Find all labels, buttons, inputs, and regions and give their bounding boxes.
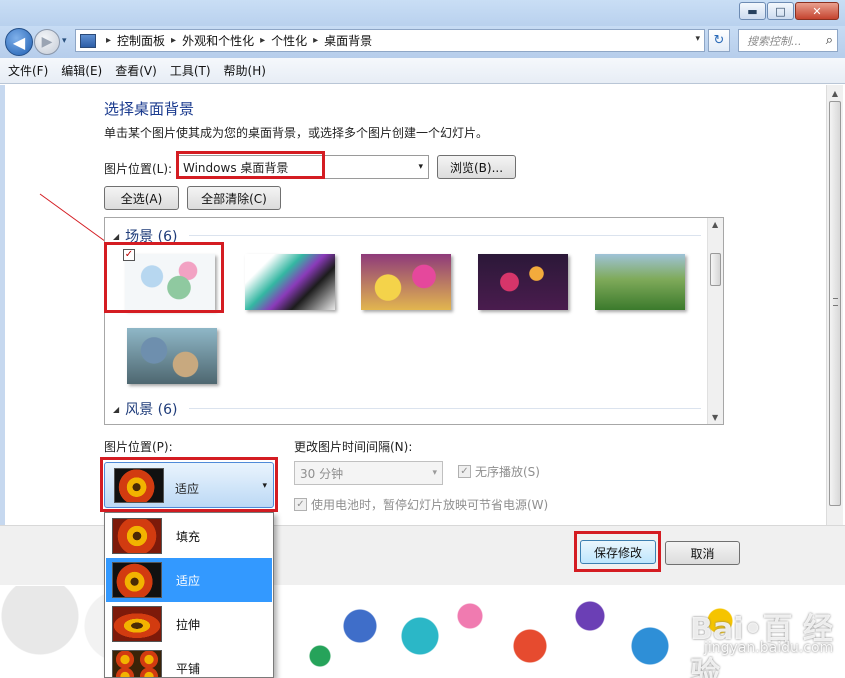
- address-row: ◀ ▶ ▾ ▸ 控制面板 ▸ 外观和个性化 ▸ 个性化 ▸ 桌面背景 ▾ ↻ 搜…: [0, 26, 845, 58]
- option-label: 适应: [176, 574, 201, 588]
- control-panel-icon: [80, 33, 96, 48]
- maximize-icon[interactable]: □: [767, 2, 794, 20]
- group-divider: [189, 235, 701, 236]
- menu-bar: 文件(F) 编辑(E) 查看(V) 工具(T) 帮助(H): [0, 58, 845, 84]
- tile-preview-icon: [112, 650, 162, 677]
- breadcrumb-control-panel[interactable]: 控制面板: [117, 32, 165, 49]
- stretch-preview-icon: [112, 606, 162, 642]
- picture-position-select[interactable]: 适应 ▾: [104, 462, 274, 508]
- scroll-down-icon[interactable]: ▼: [712, 413, 718, 422]
- picture-location-label: 图片位置(L):: [104, 162, 173, 176]
- picture-position-value: 适应: [175, 482, 200, 496]
- clear-all-button[interactable]: 全部清除(C): [187, 186, 281, 210]
- forward-button[interactable]: ▶: [34, 29, 60, 55]
- group-divider: [189, 408, 701, 409]
- breadcrumb-separator-icon[interactable]: ▸: [171, 35, 176, 46]
- wallpaper-thumbnail[interactable]: [478, 254, 568, 310]
- fill-preview-icon: [112, 518, 162, 554]
- interval-label: 更改图片时间间隔(N):: [294, 440, 413, 454]
- option-label: 拉伸: [176, 618, 201, 632]
- fit-preview-icon: [112, 562, 162, 598]
- menu-view[interactable]: 查看(V): [115, 62, 157, 79]
- address-dropdown-icon[interactable]: ▾: [695, 34, 700, 44]
- page-scrollbar[interactable]: ▲: [826, 85, 843, 525]
- search-icon[interactable]: ⌕: [826, 33, 833, 48]
- position-option-fill[interactable]: 填充: [106, 514, 272, 558]
- group-header-landscapes[interactable]: ◢ 风景 (6): [113, 399, 177, 419]
- chevron-down-icon: ▾: [418, 162, 423, 172]
- scroll-up-icon[interactable]: ▲: [827, 85, 843, 101]
- interval-value: 30 分钟: [300, 466, 344, 481]
- menu-file[interactable]: 文件(F): [8, 62, 48, 79]
- group-header-scenes[interactable]: ◢ 场景 (6): [113, 226, 177, 246]
- collapse-icon[interactable]: ◢: [113, 232, 119, 241]
- gallery-scrollbar[interactable]: ▲ ▼: [707, 218, 723, 424]
- collapse-icon[interactable]: ◢: [113, 405, 119, 414]
- option-label: 平铺: [176, 662, 201, 676]
- shuffle-label: 无序播放(S): [475, 465, 540, 479]
- wallpaper-thumbnail[interactable]: [595, 254, 685, 310]
- wallpaper-thumbnail[interactable]: [245, 254, 335, 310]
- refresh-icon[interactable]: ↻: [708, 29, 730, 52]
- search-placeholder: 搜索控制...: [747, 34, 802, 48]
- wallpaper-thumbnail[interactable]: [125, 254, 215, 310]
- window-controls: ▬ □ ✕: [738, 2, 839, 20]
- fit-preview-icon: [114, 468, 164, 503]
- breadcrumb[interactable]: ▸ 控制面板 ▸ 外观和个性化 ▸ 个性化 ▸ 桌面背景 ▾: [75, 29, 705, 52]
- battery-label: 使用电池时，暂停幻灯片放映可节省电源(W): [311, 498, 549, 512]
- scroll-thumb[interactable]: [829, 101, 841, 506]
- recent-pages-icon[interactable]: ▾: [62, 36, 67, 46]
- gallery-scroll-thumb[interactable]: [710, 253, 721, 286]
- breadcrumb-personalization[interactable]: 个性化: [271, 32, 307, 49]
- breadcrumb-desktop-background[interactable]: 桌面背景: [324, 32, 372, 49]
- minimize-icon[interactable]: ▬: [739, 2, 766, 20]
- picture-location-value: Windows 桌面背景: [183, 160, 289, 175]
- position-option-stretch[interactable]: 拉伸: [106, 602, 272, 646]
- group-title: 场景 (6): [125, 229, 178, 245]
- save-changes-button[interactable]: 保存修改: [580, 540, 656, 564]
- picture-position-dropdown[interactable]: 填充 适应 拉伸 平铺: [104, 512, 274, 678]
- watermark-url: jingyan.baidu.com: [704, 640, 834, 656]
- page-title: 选择桌面背景: [104, 100, 195, 118]
- picture-position-label: 图片位置(P):: [104, 440, 173, 454]
- battery-checkbox[interactable]: ✓ 使用电池时，暂停幻灯片放映可节省电源(W): [294, 496, 548, 513]
- checkbox-icon[interactable]: ✓: [294, 498, 307, 511]
- close-icon[interactable]: ✕: [795, 2, 839, 20]
- search-input[interactable]: 搜索控制... ⌕: [738, 29, 838, 52]
- page-description: 单击某个图片使其成为您的桌面背景，或选择多个图片创建一个幻灯片。: [104, 126, 489, 140]
- chevron-down-icon: ▾: [432, 468, 437, 478]
- wallpaper-checkbox[interactable]: ✓: [123, 249, 135, 261]
- menu-tools[interactable]: 工具(T): [170, 62, 211, 79]
- breadcrumb-separator-icon[interactable]: ▸: [260, 35, 265, 46]
- position-option-tile[interactable]: 平铺: [106, 646, 272, 677]
- scroll-up-icon[interactable]: ▲: [712, 220, 718, 229]
- interval-select[interactable]: 30 分钟 ▾: [294, 461, 443, 485]
- back-button[interactable]: ◀: [5, 28, 33, 56]
- breadcrumb-separator-icon[interactable]: ▸: [313, 35, 318, 46]
- title-bar: ▬ □ ✕: [0, 0, 845, 26]
- position-option-fit[interactable]: 适应: [106, 558, 272, 602]
- picture-location-select[interactable]: Windows 桌面背景 ▾: [176, 155, 429, 179]
- breadcrumb-appearance[interactable]: 外观和个性化: [182, 32, 254, 49]
- wallpaper-thumbnail[interactable]: [127, 328, 217, 384]
- option-label: 填充: [176, 530, 201, 544]
- group-title: 风景 (6): [125, 402, 178, 418]
- cancel-button[interactable]: 取消: [665, 541, 740, 565]
- checkbox-icon[interactable]: ✓: [458, 465, 471, 478]
- chevron-down-icon: ▾: [262, 481, 267, 491]
- menu-edit[interactable]: 编辑(E): [61, 62, 102, 79]
- wallpaper-thumbnail[interactable]: [361, 254, 451, 310]
- breadcrumb-separator-icon[interactable]: ▸: [106, 35, 111, 46]
- shuffle-checkbox[interactable]: ✓ 无序播放(S): [458, 463, 540, 480]
- browse-button[interactable]: 浏览(B)...: [437, 155, 516, 179]
- wallpaper-gallery[interactable]: ◢ 场景 (6) ✓ ◢ 风景 (6) ▲ ▼: [104, 217, 724, 425]
- menu-help[interactable]: 帮助(H): [224, 62, 266, 79]
